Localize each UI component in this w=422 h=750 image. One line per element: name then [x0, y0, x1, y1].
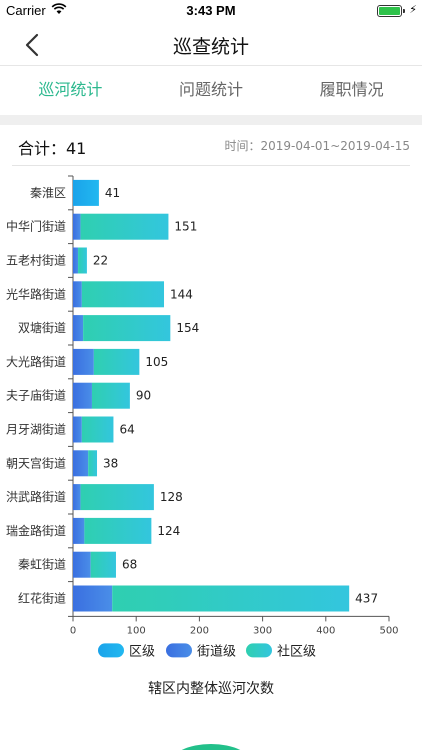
data-label: 38 [103, 456, 118, 470]
data-label: 41 [105, 186, 120, 200]
chart-canvas: 秦淮区 41 中华门街道 151 五老村街道 22 光华路街道 144 双塘街道 154 大光路街道… [6, 175, 399, 659]
data-label: 154 [176, 321, 199, 335]
bar-segment [73, 213, 81, 240]
data-label: 151 [174, 220, 197, 234]
bar-segment [80, 484, 154, 511]
tab-river-patrol[interactable]: 巡河统计 [0, 67, 141, 115]
charging-icon: ⚡ [409, 3, 417, 16]
y-tick-label: 中华门街道 [6, 219, 66, 234]
bar-segment [73, 382, 92, 409]
legend-label: 区级 [129, 644, 155, 659]
y-tick-label: 瑞金路街道 [6, 523, 66, 538]
y-tick-label: 大光路街道 [6, 354, 66, 369]
data-label: 68 [122, 558, 137, 572]
y-tick-label: 红花街道 [18, 591, 66, 606]
bar-segment [73, 416, 82, 443]
y-tick-label: 洪武路街道 [6, 489, 66, 504]
bar-segment [81, 416, 114, 443]
x-tick-label: 100 [127, 625, 146, 636]
data-label: 128 [160, 490, 183, 504]
legend-swatch [166, 643, 192, 658]
bar-segment [73, 315, 84, 342]
bar-segment [112, 585, 350, 612]
y-tick-label: 夫子庙街道 [6, 389, 66, 403]
y-tick-label: 双塘街道 [18, 320, 66, 335]
bar-segment [81, 281, 165, 308]
x-tick-label: 300 [253, 625, 272, 636]
y-tick-label: 秦淮区 [30, 186, 66, 200]
legend-label: 社区级 [277, 643, 316, 659]
date-range: 时间：2019-04-01~2019-04-15 [224, 139, 410, 153]
navigation-bar: 巡查统计 [0, 22, 422, 66]
bar-segment [93, 348, 140, 375]
bar-segment [73, 517, 85, 544]
bar-segment [73, 179, 99, 206]
y-tick-label: 月牙湖街道 [6, 422, 66, 437]
x-tick-label: 0 [70, 625, 76, 636]
y-tick-label: 秦虹街道 [18, 558, 66, 572]
y-tick-label: 朝天宫街道 [6, 455, 66, 470]
data-label: 90 [136, 389, 151, 403]
bar-segment [73, 450, 89, 477]
patrol-bar-chart: 秦淮区 41 中华门街道 151 五老村街道 22 光华路街道 144 双塘街道 154 大光路街道… [0, 166, 422, 666]
summary-row: 合计：41 时间：2019-04-01~2019-04-15 [0, 125, 422, 165]
y-tick-label: 光华路街道 [6, 286, 66, 301]
data-label: 124 [157, 524, 180, 538]
battery-icon [377, 5, 402, 17]
y-tick-label: 五老村街道 [6, 254, 66, 268]
bar-segment [73, 585, 113, 612]
x-tick-label: 500 [379, 625, 398, 636]
bar-segment [83, 315, 171, 342]
legend-swatch [98, 643, 124, 658]
status-bar: Carrier 3:43 PM ⚡ [0, 0, 422, 22]
clock: 3:43 PM [186, 3, 236, 18]
x-tick-label: 200 [190, 625, 209, 636]
bar-segment [73, 551, 91, 578]
legend-swatch [246, 643, 272, 658]
floating-action-button[interactable] [170, 744, 252, 750]
bar-segment [80, 213, 169, 240]
bar-segment [78, 247, 87, 274]
x-tick-label: 400 [316, 625, 335, 636]
bar-segment [84, 517, 152, 544]
section-divider [0, 115, 422, 125]
battery-tip [403, 9, 405, 13]
tab-problem-stats[interactable]: 问题统计 [141, 67, 282, 115]
bar-segment [73, 348, 94, 375]
data-label: 105 [145, 355, 168, 369]
data-label: 22 [93, 254, 108, 268]
bar-segment [90, 551, 116, 578]
data-label: 64 [119, 423, 134, 437]
data-label: 144 [170, 287, 193, 301]
total-count: 合计：41 [18, 139, 87, 158]
tab-duty-performance[interactable]: 履职情况 [281, 67, 422, 115]
bar-segment [73, 484, 81, 511]
bar-segment [88, 450, 98, 477]
bar-segment [91, 382, 130, 409]
page-title: 巡查统计 [172, 36, 249, 58]
chart-caption: 辖区内整体巡河次数 [148, 681, 274, 697]
data-label: 437 [355, 592, 378, 606]
bar-segment [73, 281, 82, 308]
legend-label: 街道级 [197, 644, 236, 659]
tab-bar: 巡河统计 问题统计 履职情况 [0, 67, 422, 115]
bar-segment [73, 247, 79, 274]
